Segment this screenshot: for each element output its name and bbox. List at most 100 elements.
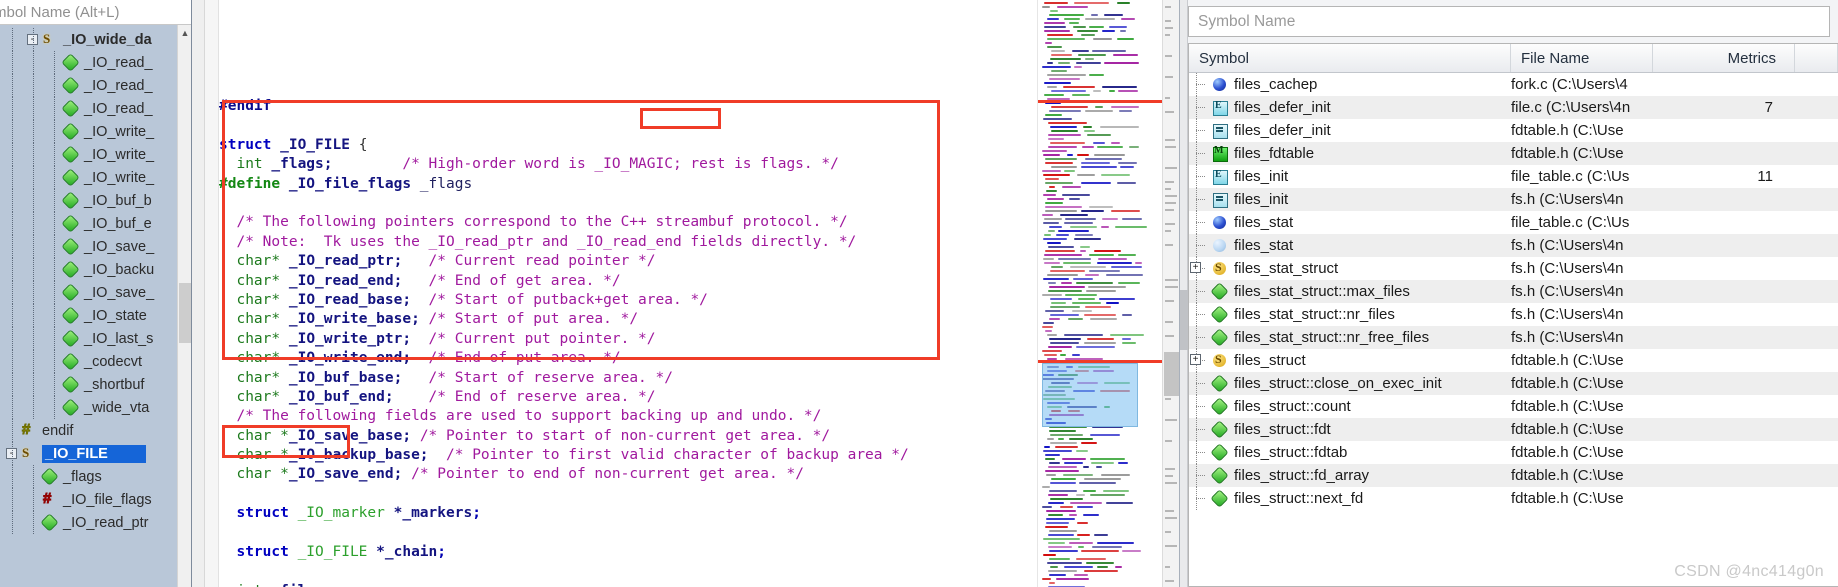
symbol-table-row[interactable]: files_fdtable fdtable.h (C:\Use: [1189, 142, 1838, 165]
tree-item--io-backu[interactable]: _IO_backu: [0, 258, 191, 281]
symbol-table-rows[interactable]: files_cachep fork.c (C:\Users\4 files_defe…: [1189, 73, 1838, 586]
editor-scrollbar[interactable]: [1162, 0, 1179, 587]
minimap-line: [1042, 150, 1067, 152]
minimap-line: [1091, 14, 1098, 16]
tree-item--io-wide-da[interactable]: -_IO_wide_da: [0, 28, 191, 51]
symbol-table-row[interactable]: files_struct::fdtab fdtable.h (C:\Use: [1189, 441, 1838, 464]
symbol-table-row[interactable]: files_struct::next_fd fdtable.h (C:\Use: [1189, 487, 1838, 510]
tree-item--io-write-[interactable]: _IO_write_: [0, 120, 191, 143]
tree-item--io-buf-b[interactable]: _IO_buf_b: [0, 189, 191, 212]
tree-item--io-write-[interactable]: _IO_write_: [0, 166, 191, 189]
tree-guide-line: [54, 166, 55, 189]
symbol-panel-left-scrollbar[interactable]: [1180, 0, 1188, 587]
tree-item--codecvt[interactable]: _codecvt: [0, 350, 191, 373]
tree-item--io-write-[interactable]: _IO_write_: [0, 143, 191, 166]
tree-item-endif[interactable]: endif: [0, 419, 191, 442]
tree-item-label: _wide_vta: [84, 399, 150, 416]
scroll-up-icon[interactable]: ▲: [178, 25, 191, 41]
symbol-table-row[interactable]: + files_struct fdtable.h (C:\Use: [1189, 349, 1838, 372]
tree-item--io-state[interactable]: _IO_state: [0, 304, 191, 327]
tree-item--io-buf-e[interactable]: _IO_buf_e: [0, 212, 191, 235]
symbol-cell: files_stat_struct::max_files: [1189, 280, 1511, 303]
symbol-table-row[interactable]: files_defer_init fdtable.h (C:\Use: [1189, 119, 1838, 142]
symbol-table-row[interactable]: files_cachep fork.c (C:\Users\4: [1189, 73, 1838, 96]
symbol-table-row[interactable]: files_stat file_table.c (C:\Us: [1189, 211, 1838, 234]
minimap-line: [1050, 498, 1083, 500]
tree-item-label: _flags: [63, 468, 102, 485]
metrics-cell: 7: [1764, 99, 1773, 116]
tree-item--io-file-flags[interactable]: _IO_file_flags: [0, 488, 191, 511]
tree-guide-line: [54, 212, 55, 235]
symbol-panel-scroll-thumb[interactable]: [1180, 290, 1188, 350]
code-minimap[interactable]: [1037, 0, 1162, 587]
symbol-table-row[interactable]: files_stat_struct::nr_files fs.h (C:\User…: [1189, 303, 1838, 326]
tree-item--flags[interactable]: _flags: [0, 465, 191, 488]
minimap-line: [1045, 42, 1052, 44]
symbol-expander-toggle[interactable]: +: [1190, 262, 1201, 273]
symbol-table-row[interactable]: files_struct::fdt fdtable.h (C:\Use: [1189, 418, 1838, 441]
tree-item--shortbuf[interactable]: _shortbuf: [0, 373, 191, 396]
column-header-filename[interactable]: File Name: [1511, 44, 1653, 72]
code-token: char *: [236, 447, 289, 464]
symbol-cell: files_stat_struct::nr_free_files: [1189, 326, 1511, 349]
column-header-symbol[interactable]: Symbol: [1189, 44, 1511, 72]
minimap-line: [1064, 170, 1075, 172]
tree-item--io-save-[interactable]: _IO_save_: [0, 235, 191, 258]
minimap-line: [1044, 22, 1065, 24]
tree-vertical-scrollbar[interactable]: ▲: [177, 25, 191, 587]
minimap-line: [1042, 578, 1051, 580]
symbol-table-row[interactable]: files_struct::close_on_exec_init fdtable.…: [1189, 372, 1838, 395]
tree-item--io-read-[interactable]: _IO_read_: [0, 74, 191, 97]
minimap-line: [1064, 462, 1083, 464]
minimap-line: [1068, 318, 1083, 320]
tree-guide-line: [12, 373, 13, 396]
symbol-table-row[interactable]: files_stat_struct::nr_free_files fs.h (C:…: [1189, 326, 1838, 349]
symbol-results-table[interactable]: Symbol File Name Metrics files_cachep for…: [1188, 43, 1838, 587]
symbol-table-row[interactable]: files_init file_table.c (C:\Us 11: [1189, 165, 1838, 188]
tree-scrollbar-thumb[interactable]: [179, 283, 191, 343]
symbol-tree-connector: [1189, 280, 1211, 303]
symbol-name-text: files_stat_struct::nr_files: [1234, 306, 1395, 323]
tree-item--io-save-[interactable]: _IO_save_: [0, 281, 191, 304]
tree-guide-line: [33, 189, 34, 212]
tree-item--io-read-ptr[interactable]: _IO_read_ptr: [0, 511, 191, 534]
symbol-table-row[interactable]: files_init fs.h (C:\Users\4n: [1189, 188, 1838, 211]
minimap-viewport[interactable]: [1042, 363, 1138, 427]
symbol-table-row[interactable]: files_struct::count fdtable.h (C:\Use: [1189, 395, 1838, 418]
tree-item--io-read-[interactable]: _IO_read_: [0, 51, 191, 74]
editor-fold-margin[interactable]: [205, 0, 219, 587]
symbol-table-row[interactable]: files_stat fs.h (C:\Users\4n: [1189, 234, 1838, 257]
minimap-line: [1048, 542, 1065, 544]
minimap-line: [1069, 514, 1077, 516]
code-editor[interactable]: #endif struct _IO_FILE { int _flags; /* …: [192, 0, 1037, 587]
minimap-line: [1050, 566, 1058, 568]
file-name-cell: fdtable.h (C:\Use: [1511, 444, 1624, 461]
code-text-area[interactable]: #endif struct _IO_FILE { int _flags; /* …: [219, 0, 1037, 587]
minimap-line: [1110, 334, 1144, 336]
tree-item--io-read-[interactable]: _IO_read_: [0, 97, 191, 120]
symbol-table-row[interactable]: files_struct::fd_array fdtable.h (C:\Use: [1189, 464, 1838, 487]
tree-search-header[interactable]: mbol Name (Alt+L): [0, 0, 191, 25]
tree-item--io-last-s[interactable]: _IO_last_s: [0, 327, 191, 350]
tree-items-container[interactable]: -_IO_wide_da _IO_read_ _IO_read_ _IO_read_ _…: [0, 25, 191, 587]
minimap-line: [1080, 246, 1090, 248]
minimap-line: [1049, 490, 1077, 492]
symbol-table-row[interactable]: + files_stat_struct fs.h (C:\Users\4n: [1189, 257, 1838, 280]
member-icon: [63, 308, 79, 324]
symbol-table-row[interactable]: files_defer_init file.c (C:\Users\4n 7: [1189, 96, 1838, 119]
code-token: char*: [236, 388, 281, 405]
symbol-table-row[interactable]: files_stat_struct::max_files fs.h (C:\Use…: [1189, 280, 1838, 303]
minimap-line: [1085, 110, 1113, 112]
minimap-line: [1064, 334, 1103, 336]
minimap-line: [1079, 482, 1116, 484]
symbol-expander-toggle[interactable]: +: [1190, 354, 1201, 365]
column-header-metrics[interactable]: Metrics: [1653, 44, 1795, 72]
tree-item-label: _IO_state: [84, 307, 147, 324]
symbol-name-input[interactable]: Symbol Name: [1188, 6, 1830, 37]
code-line: char* _IO_read_base; /* Start of putback…: [219, 291, 1037, 310]
editor-scrollbar-thumb[interactable]: [1164, 352, 1179, 396]
code-line: char *_IO_save_base; /* Pointer to start…: [219, 427, 1037, 446]
tree-item--wide-vta[interactable]: _wide_vta: [0, 396, 191, 419]
tree-item--io-file[interactable]: -_IO_FILE: [0, 442, 191, 465]
minimap-line: [1050, 270, 1085, 272]
